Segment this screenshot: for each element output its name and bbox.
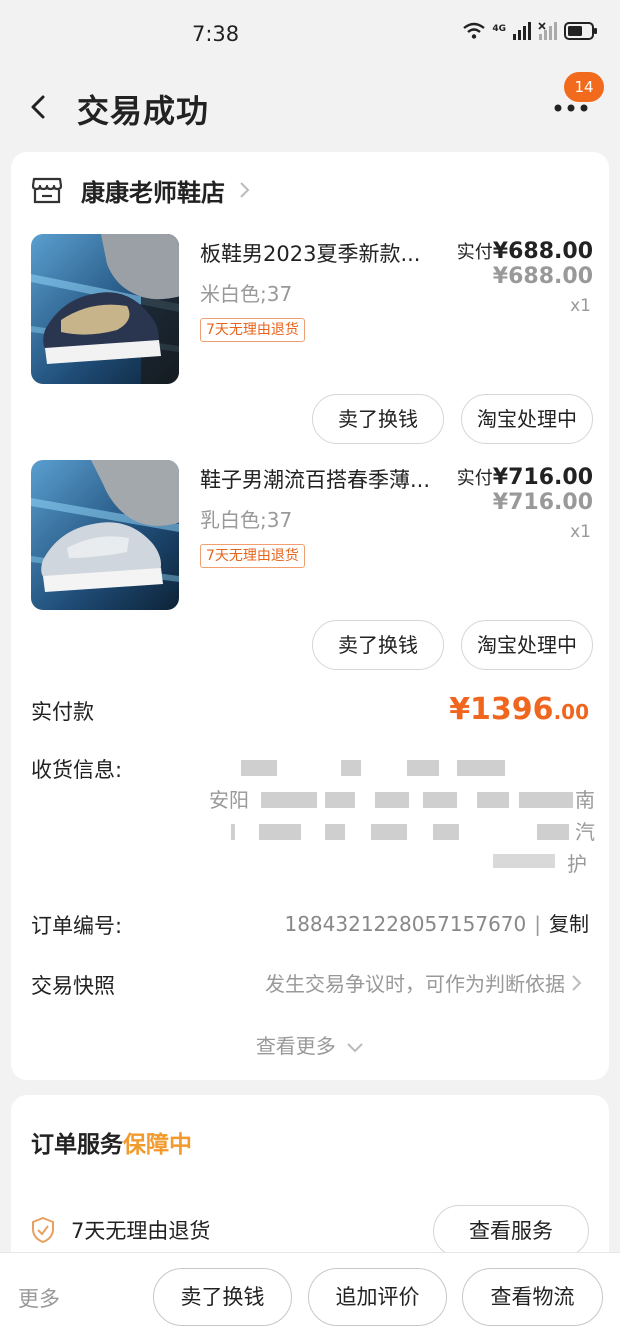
- order-item[interactable]: 鞋子男潮流百搭春季薄... 乳白色;37 7天无理由退货 实付¥716.00 ¥…: [11, 460, 609, 680]
- divider: |: [534, 912, 541, 936]
- return-policy-tag: 7天无理由退货: [200, 544, 305, 568]
- sell-for-cash-button[interactable]: 卖了换钱: [312, 620, 444, 670]
- nav-bar: 交易成功 14: [0, 72, 620, 142]
- taobao-processing-button[interactable]: 淘宝处理中: [461, 394, 593, 444]
- paid-total-minor: .00: [553, 700, 589, 724]
- copy-button[interactable]: 复制: [549, 912, 589, 936]
- product-image[interactable]: [31, 460, 179, 610]
- sell-for-cash-button[interactable]: 卖了换钱: [153, 1268, 292, 1326]
- view-logistics-button[interactable]: 查看物流: [462, 1268, 603, 1326]
- address-line-2-end: 汽: [575, 820, 595, 844]
- signal-off-icon: [538, 22, 557, 40]
- bottom-action-bar: 更多 卖了换钱 追加评价 查看物流: [0, 1252, 620, 1343]
- original-price: ¥688.00: [492, 264, 593, 289]
- service-status-highlight: 保障中: [123, 1132, 192, 1158]
- status-time: 7:38: [192, 22, 240, 46]
- chevron-right-icon: [240, 182, 250, 198]
- wifi-icon: [463, 22, 486, 39]
- see-more-label: 查看更多: [255, 1034, 336, 1058]
- page-title: 交易成功: [77, 92, 210, 130]
- service-item-label: 7天无理由退货: [71, 1219, 211, 1243]
- taobao-processing-button[interactable]: 淘宝处理中: [461, 620, 593, 670]
- service-title: 订单服务保障中: [31, 1125, 192, 1159]
- paid-total: ¥1396.00: [449, 692, 589, 727]
- chevron-right-icon[interactable]: [571, 974, 583, 992]
- status-bar: 7:38 4G: [0, 0, 620, 70]
- address-line-1: 安阳: [209, 788, 249, 812]
- snapshot-label[interactable]: 交易快照: [31, 970, 115, 1000]
- paid-label: 实付: [456, 242, 493, 263]
- notification-badge: 14: [564, 72, 604, 102]
- address-line-1-end: 南: [575, 788, 595, 812]
- battery-icon: [564, 22, 597, 40]
- product-title[interactable]: 板鞋男2023夏季新款...: [200, 238, 448, 268]
- service-title-text: 订单服务: [31, 1132, 123, 1158]
- add-review-button[interactable]: 追加评价: [308, 1268, 447, 1326]
- chevron-down-icon: [347, 1043, 363, 1053]
- order-number: 1884321228057157670 | 复制: [284, 908, 589, 937]
- snapshot-hint[interactable]: 发生交易争议时，可作为判断依据: [265, 968, 565, 997]
- return-policy-tag: 7天无理由退货: [200, 318, 305, 342]
- order-number-value: 1884321228057157670: [284, 912, 527, 936]
- back-arrow-icon[interactable]: [26, 94, 50, 120]
- address-label: 收货信息:: [31, 758, 123, 782]
- address-info-blurred: 安阳 南 汽 护: [201, 752, 595, 882]
- shield-check-icon: [32, 1216, 54, 1244]
- paid-price: 实付¥688.00: [457, 238, 593, 264]
- order-item[interactable]: 板鞋男2023夏季新款... 米白色;37 7天无理由退货 实付¥688.00 …: [11, 234, 609, 454]
- address-line-3-end: 护: [567, 852, 587, 876]
- signal-icon: [513, 22, 531, 40]
- see-more-button[interactable]: 查看更多: [11, 1030, 609, 1059]
- paid-price: 实付¥716.00: [457, 464, 593, 490]
- paid-label: 实付: [456, 468, 493, 489]
- product-spec: 乳白色;37: [200, 508, 293, 532]
- quantity: x1: [570, 296, 591, 316]
- paid-total-label: 实付款: [31, 700, 94, 724]
- product-spec: 米白色;37: [200, 282, 293, 306]
- product-image[interactable]: [31, 234, 179, 384]
- paid-amount: ¥688.00: [492, 239, 593, 264]
- view-service-button[interactable]: 查看服务: [433, 1205, 589, 1257]
- paid-total-major: ¥1396: [449, 692, 554, 727]
- original-price: ¥716.00: [492, 490, 593, 515]
- network-type-label: 4G: [492, 24, 506, 34]
- product-title[interactable]: 鞋子男潮流百搭春季薄...: [200, 464, 448, 494]
- more-button[interactable]: 更多: [18, 1283, 60, 1313]
- shop-name: 康康老师鞋店: [81, 178, 225, 207]
- paid-amount: ¥716.00: [492, 465, 593, 490]
- order-card: 康康老师鞋店 板鞋男2023夏季新款... 米白色;37 7天无理由退货 实付¥…: [11, 152, 609, 1080]
- shop-header[interactable]: 康康老师鞋店: [31, 172, 251, 208]
- sell-for-cash-button[interactable]: 卖了换钱: [312, 394, 444, 444]
- service-item: 7天无理由退货: [31, 1215, 210, 1245]
- quantity: x1: [570, 522, 591, 542]
- store-icon: [31, 177, 63, 204]
- order-number-label: 订单编号:: [31, 914, 123, 938]
- status-icons: 4G: [462, 22, 598, 40]
